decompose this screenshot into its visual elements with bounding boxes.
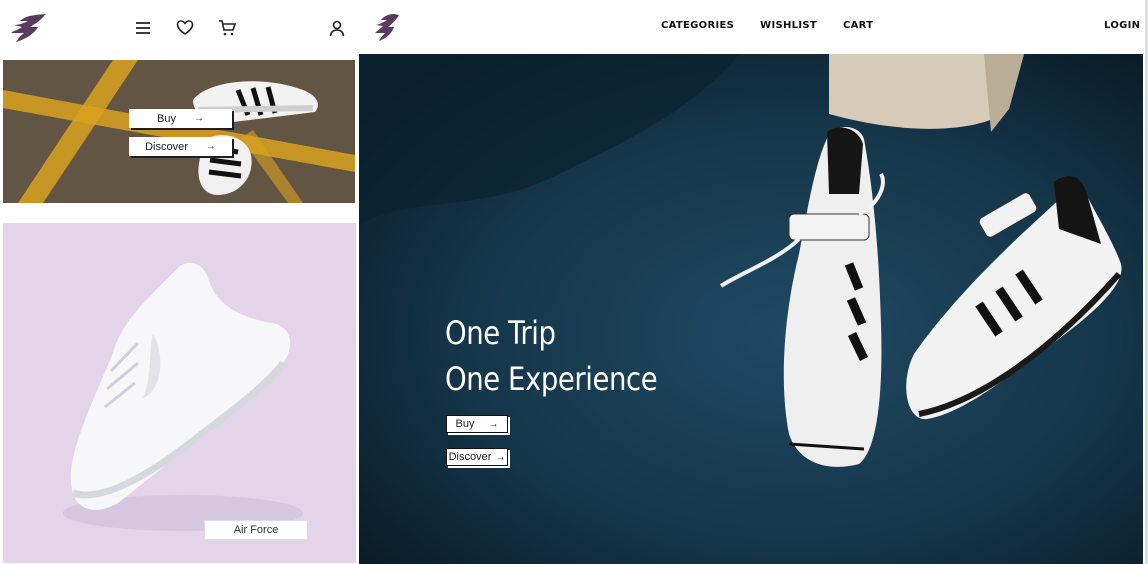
desktop-view: CATEGORIES WISHLIST CART LOGIN One Trip … xyxy=(358,0,1145,564)
brand-logo-icon[interactable] xyxy=(10,13,48,43)
heart-icon[interactable] xyxy=(174,17,196,39)
arrow-right-icon: → xyxy=(193,113,204,124)
mobile-buy-label: Buy xyxy=(157,112,176,125)
hero-discover-label: Discover xyxy=(448,451,492,463)
hero-title-line1: One Trip xyxy=(445,314,556,352)
product-card-air-force[interactable]: Air Force xyxy=(3,223,356,563)
cart-icon[interactable] xyxy=(216,17,238,39)
main-nav: CATEGORIES WISHLIST CART xyxy=(661,20,873,31)
hero-title-line2: One Experience xyxy=(445,360,658,398)
desktop-header: CATEGORIES WISHLIST CART LOGIN xyxy=(358,0,1145,54)
arrow-right-icon: → xyxy=(488,418,499,430)
promo-card-top: Buy → Discover → xyxy=(3,60,355,203)
hero-discover-button[interactable]: Discover → xyxy=(446,448,508,466)
hero-banner: One Trip One Experience Buy → Discover → xyxy=(359,54,1143,564)
hero-sneakers-photo xyxy=(359,54,1143,564)
mobile-buy-button[interactable]: Buy → xyxy=(129,109,232,128)
hero-title: One Trip One Experience xyxy=(445,310,658,402)
nav-categories[interactable]: CATEGORIES xyxy=(661,20,734,31)
arrow-right-icon: → xyxy=(495,451,506,463)
nav-wishlist[interactable]: WISHLIST xyxy=(760,20,817,31)
air-force-sneaker-photo xyxy=(3,223,356,563)
sneaker-photo-asphalt xyxy=(3,60,355,203)
user-icon[interactable] xyxy=(326,17,348,39)
arrow-right-icon: → xyxy=(205,141,216,152)
login-link[interactable]: LOGIN xyxy=(1104,20,1140,31)
mobile-header xyxy=(0,0,358,56)
mobile-view: Buy → Discover → Air Force xyxy=(0,0,358,564)
brand-logo-icon[interactable] xyxy=(374,12,400,42)
menu-icon[interactable] xyxy=(132,17,154,39)
hero-buy-label: Buy xyxy=(455,418,475,430)
product-name-label: Air Force xyxy=(204,520,308,540)
nav-cart[interactable]: CART xyxy=(843,20,873,31)
hero-buy-button[interactable]: Buy → xyxy=(446,415,508,433)
mobile-discover-label: Discover xyxy=(145,140,188,153)
mobile-discover-button[interactable]: Discover → xyxy=(129,137,232,156)
